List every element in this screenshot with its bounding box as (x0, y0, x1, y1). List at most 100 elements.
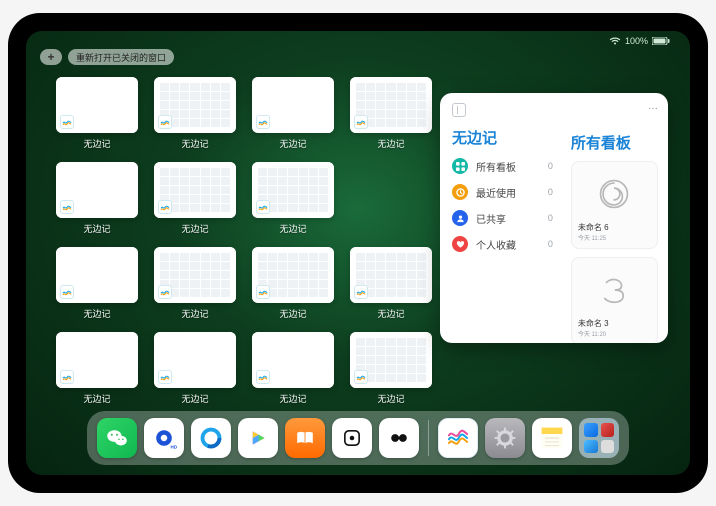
window-card[interactable]: 无边记 (56, 332, 138, 405)
window-card[interactable]: 无边记 (252, 77, 334, 150)
ipad-frame: 100% + 重新打开已关闭的窗口 无边记 无边记 (8, 13, 708, 493)
menu-count: 0 (548, 161, 553, 171)
board-card[interactable]: 未命名 3 今天 11:20 (571, 257, 658, 343)
freeform-app-icon (60, 285, 74, 299)
board-name: 未命名 6 (578, 222, 651, 233)
window-card[interactable]: 无边记 (154, 77, 236, 150)
app-expose-grid: 无边记 无边记 无边记 无边记 (56, 77, 432, 405)
heart-icon (452, 236, 468, 252)
grid-icon (452, 158, 468, 174)
dock-app-freeform[interactable] (438, 418, 478, 458)
window-card[interactable]: 无边记 (56, 77, 138, 150)
board-time: 今天 11:25 (578, 233, 651, 242)
freeform-app-icon (158, 285, 172, 299)
window-label: 无边记 (181, 137, 208, 150)
window-card[interactable]: 无边记 (350, 77, 432, 150)
battery-text: 100% (625, 36, 648, 46)
board-preview-6 (584, 168, 644, 220)
freeform-app-icon (354, 370, 368, 384)
window-label: 无边记 (377, 392, 404, 405)
window-label: 无边记 (83, 392, 110, 405)
svg-text:HD: HD (171, 444, 178, 449)
content-title: 所有看板 (571, 132, 658, 153)
sidebar-item-favorites[interactable]: 个人收藏 0 (452, 236, 553, 252)
window-label: 无边记 (279, 137, 306, 150)
freeform-app-icon (354, 285, 368, 299)
window-label: 无边记 (279, 307, 306, 320)
menu-label: 所有看板 (476, 159, 516, 174)
window-label: 无边记 (181, 307, 208, 320)
freeform-app-icon (354, 115, 368, 129)
sidebar-title: 无边记 (452, 127, 553, 148)
freeform-app-icon (60, 370, 74, 384)
people-icon (452, 210, 468, 226)
window-label: 无边记 (83, 307, 110, 320)
ipad-screen: 100% + 重新打开已关闭的窗口 无边记 无边记 (26, 31, 690, 475)
sidebar-item-recents[interactable]: 最近使用 0 (452, 184, 553, 200)
sidebar-toggle-icon[interactable] (452, 103, 466, 117)
freeform-app-icon (158, 370, 172, 384)
dock-app-settings[interactable] (485, 418, 525, 458)
dock-app-qbrowser-hd[interactable]: HD (144, 418, 184, 458)
freeform-app-icon (60, 200, 74, 214)
battery-icon (652, 37, 670, 45)
window-label: 无边记 (377, 137, 404, 150)
window-card[interactable]: 无边记 (350, 332, 432, 405)
dock-app-qbrowser[interactable] (191, 418, 231, 458)
window-label: 无边记 (279, 222, 306, 235)
window-card[interactable]: 无边记 (252, 332, 334, 405)
window-card[interactable]: 无边记 (252, 247, 334, 320)
sidebar-menu: 所有看板 0 最近使用 0 已共享 0 个人收 (452, 158, 553, 252)
dock-app-dice[interactable] (332, 418, 372, 458)
more-button[interactable]: ··· (648, 103, 658, 114)
sidebar-item-all-boards[interactable]: 所有看板 0 (452, 158, 553, 174)
window-label: 无边记 (377, 307, 404, 320)
board-name: 未命名 3 (578, 318, 651, 329)
freeform-content: ··· 所有看板 未命名 6 今天 11:25 (563, 93, 668, 343)
sidebar-item-shared[interactable]: 已共享 0 (452, 210, 553, 226)
menu-label: 个人收藏 (476, 237, 516, 252)
wifi-icon (609, 37, 621, 45)
window-card[interactable]: 无边记 (154, 247, 236, 320)
board-preview-3 (584, 264, 644, 316)
menu-count: 0 (548, 213, 553, 223)
board-time: 今天 11:20 (578, 329, 651, 338)
top-controls: + 重新打开已关闭的窗口 (40, 49, 174, 65)
freeform-window-preview[interactable]: 无边记 所有看板 0 最近使用 0 已共享 0 (440, 93, 668, 343)
window-card[interactable]: 无边记 (252, 162, 334, 235)
dock-app-play-media[interactable] (238, 418, 278, 458)
window-card[interactable]: 无边记 (154, 332, 236, 405)
freeform-app-icon (256, 200, 270, 214)
dock-app-wechat[interactable] (97, 418, 137, 458)
freeform-app-icon (256, 285, 270, 299)
dock-app-huawei-health[interactable] (379, 418, 419, 458)
dock: HD (87, 411, 629, 465)
window-label: 无边记 (181, 222, 208, 235)
freeform-app-icon (60, 115, 74, 129)
window-card[interactable]: 无边记 (56, 162, 138, 235)
menu-count: 0 (548, 187, 553, 197)
add-window-button[interactable]: + (40, 49, 62, 65)
clock-icon (452, 184, 468, 200)
window-label: 无边记 (279, 392, 306, 405)
dock-divider (428, 420, 429, 456)
freeform-app-icon (256, 370, 270, 384)
menu-label: 已共享 (476, 211, 506, 226)
window-card[interactable]: 无边记 (350, 247, 432, 320)
reopen-closed-window-button[interactable]: 重新打开已关闭的窗口 (68, 49, 174, 65)
board-card[interactable]: 未命名 6 今天 11:25 (571, 161, 658, 249)
menu-count: 0 (548, 239, 553, 249)
freeform-app-icon (158, 200, 172, 214)
menu-label: 最近使用 (476, 185, 516, 200)
window-label: 无边记 (83, 137, 110, 150)
dock-app-books[interactable] (285, 418, 325, 458)
window-card[interactable]: 无边记 (56, 247, 138, 320)
window-label: 无边记 (181, 392, 208, 405)
freeform-sidebar: 无边记 所有看板 0 最近使用 0 已共享 0 (440, 93, 563, 343)
dock-app-notes[interactable] (532, 418, 572, 458)
dock-folder-recent[interactable] (579, 418, 619, 458)
window-card[interactable]: 无边记 (154, 162, 236, 235)
status-right: 100% (609, 36, 670, 46)
window-label: 无边记 (83, 222, 110, 235)
freeform-app-icon (158, 115, 172, 129)
